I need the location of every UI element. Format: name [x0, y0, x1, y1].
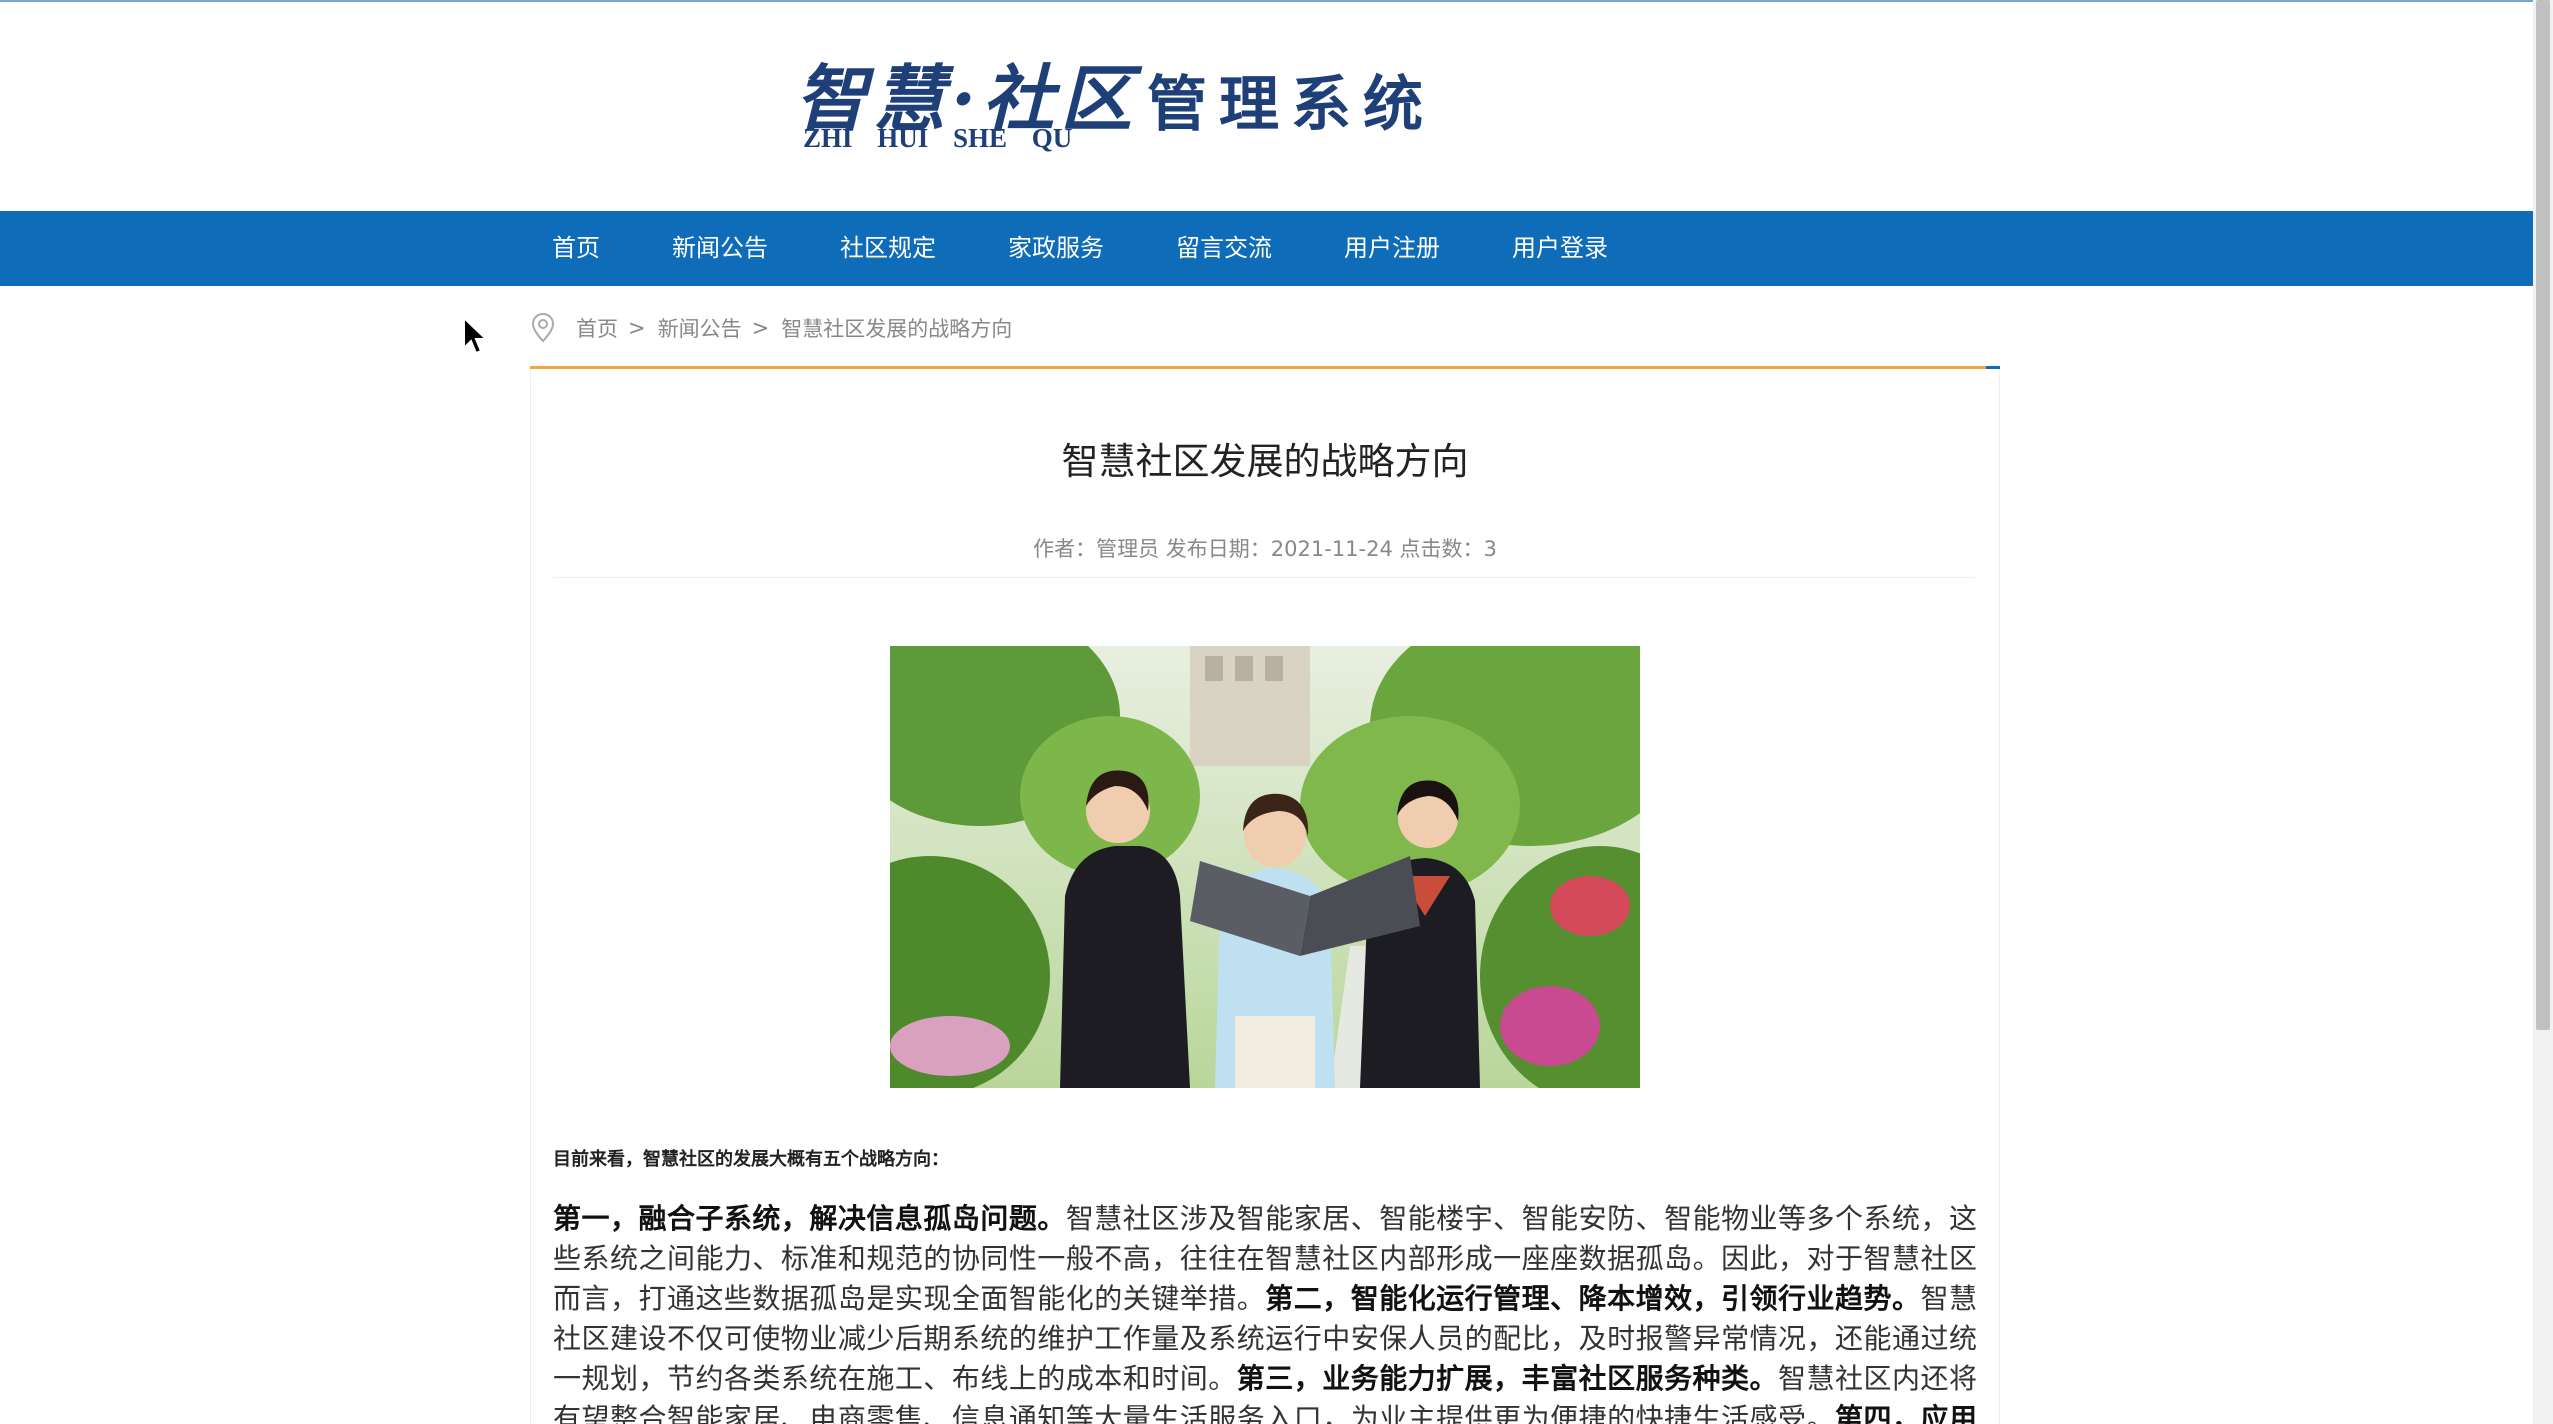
- breadcrumb-news[interactable]: 新闻公告: [658, 313, 742, 343]
- article-intro: 目前来看，智慧社区的发展大概有五个战略方向：: [553, 1149, 949, 1170]
- nav-item-register[interactable]: 用户注册: [1322, 211, 1462, 286]
- article-photo: [890, 646, 1640, 1088]
- scrollbar-thumb[interactable]: [2536, 0, 2550, 1030]
- breadcrumb-separator: >: [628, 316, 646, 340]
- breadcrumb-current: 智慧社区发展的战略方向: [781, 317, 1013, 341]
- site-header: 智慧·社区 ZHI HUI SHE QU 管理系统: [0, 2, 2533, 211]
- page: 智慧·社区 ZHI HUI SHE QU 管理系统 首页 新闻公告 社区规定 家…: [0, 0, 2553, 1424]
- article-card: 智慧社区发展的战略方向 作者：管理员 发布日期：2021-11-24 点击数：3: [530, 369, 2000, 1424]
- nav-item-news[interactable]: 新闻公告: [650, 211, 790, 286]
- logo-system-title: 管理系统: [1147, 70, 1435, 140]
- article-body: 第一，融合子系统，解决信息孤岛问题。智慧社区涉及智能家居、智能楼宇、智能安防、智…: [553, 1199, 1977, 1424]
- point-1-heading: 第一，融合子系统，解决信息孤岛问题。: [553, 1202, 1066, 1235]
- location-pin-icon: [531, 312, 555, 343]
- mouse-cursor-icon: [463, 316, 488, 355]
- nav-item-messages[interactable]: 留言交流: [1154, 211, 1294, 286]
- point-3-heading: 第三，业务能力扩展，丰富社区服务种类。: [1236, 1362, 1779, 1395]
- meta-divider: [553, 577, 1975, 578]
- nav-item-home[interactable]: 首页: [530, 211, 622, 286]
- article-meta: 作者：管理员 发布日期：2021-11-24 点击数：3: [1033, 537, 1497, 561]
- nav-item-rules[interactable]: 社区规定: [818, 211, 958, 286]
- breadcrumb-home[interactable]: 首页: [576, 313, 618, 343]
- nav-item-login[interactable]: 用户登录: [1490, 211, 1630, 286]
- point-2-heading: 第二，智能化运行管理、降本增效，引领行业趋势。: [1265, 1282, 1921, 1315]
- breadcrumb-separator: >: [751, 316, 770, 340]
- nav-item-housekeeping[interactable]: 家政服务: [986, 211, 1126, 286]
- article-title: 智慧社区发展的战略方向: [1061, 440, 1469, 483]
- breadcrumb: 首页 > 新闻公告 > 智慧社区发展的战略方向: [530, 310, 1012, 346]
- logo-pinyin: ZHI HUI SHE QU: [803, 123, 1073, 153]
- main-nav: 首页 新闻公告 社区规定 家政服务 留言交流 用户注册 用户登录: [0, 211, 2533, 286]
